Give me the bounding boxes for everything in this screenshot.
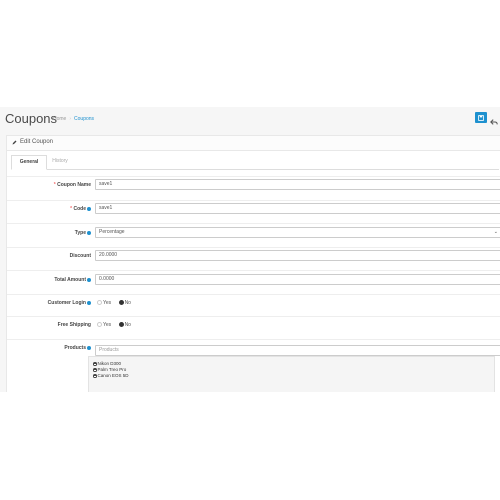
radio-button-selected[interactable] <box>118 322 124 328</box>
coupon-name-input[interactable]: save1 <box>95 179 500 190</box>
save-button[interactable] <box>475 112 487 123</box>
tab-history[interactable]: History <box>47 155 73 168</box>
code-input[interactable]: save1 <box>95 203 500 214</box>
radio-button[interactable] <box>97 322 102 328</box>
reply-icon <box>490 119 498 125</box>
free-shipping-no[interactable]: No <box>118 322 131 328</box>
customer-login-no[interactable]: No <box>118 300 131 306</box>
discount-label: Discount <box>69 253 91 259</box>
selected-products-list: Nikon D300 Palm Treo Pro Canon EOS 5D <box>88 356 495 392</box>
products-autocomplete-input[interactable]: Products <box>95 345 500 356</box>
page-header: Coupons Home › Coupons <box>0 107 500 131</box>
save-icon <box>478 114 484 121</box>
remove-icon[interactable] <box>93 374 97 378</box>
remove-icon[interactable] <box>93 362 97 366</box>
tab-general[interactable]: General <box>11 155 47 170</box>
chevron-down-icon: ⌄ <box>493 229 498 235</box>
form-divider <box>7 223 500 224</box>
form-divider <box>7 339 500 340</box>
form-divider <box>7 294 500 295</box>
coupon-name-label: * Coupon Name <box>53 182 91 188</box>
list-item: Canon EOS 5D <box>93 373 129 378</box>
page-title: Coupons <box>5 111 58 126</box>
help-icon <box>87 345 91 350</box>
total-amount-label: Total Amount <box>54 277 91 283</box>
help-icon <box>87 300 91 305</box>
app-content: Coupons Home › Coupons Edit Coupon General… <box>0 107 500 392</box>
discount-input[interactable]: 20.0000 <box>95 250 500 261</box>
form-divider <box>7 200 500 201</box>
breadcrumb: Home › Coupons <box>53 116 94 122</box>
form-divider <box>7 316 500 317</box>
products-label: Products <box>64 345 91 351</box>
list-item: Nikon D300 <box>93 361 121 366</box>
back-button[interactable] <box>490 113 498 125</box>
panel-heading: Edit Coupon <box>7 136 500 151</box>
breadcrumb-home[interactable]: Home <box>53 116 66 122</box>
list-item: Palm Treo Pro <box>93 367 126 372</box>
panel-title: Edit Coupon <box>20 139 54 145</box>
tab-bar: General History <box>11 155 499 170</box>
breadcrumb-separator: › <box>69 116 72 122</box>
free-shipping-radios: Yes No <box>97 322 137 328</box>
free-shipping-yes[interactable]: Yes <box>97 322 111 328</box>
code-label: * Code <box>70 206 91 212</box>
type-label: Type <box>75 230 91 236</box>
type-select[interactable]: Percentage ⌄ <box>95 227 500 238</box>
radio-button[interactable] <box>97 300 102 306</box>
form-divider <box>7 176 500 177</box>
help-icon <box>87 277 91 282</box>
pencil-icon <box>12 140 17 145</box>
form-divider <box>7 270 500 271</box>
form-divider <box>7 247 500 248</box>
edit-coupon-panel: Edit Coupon General History * Coupon Nam… <box>6 135 500 392</box>
customer-login-label: Customer Login <box>48 300 91 306</box>
breadcrumb-coupons[interactable]: Coupons <box>74 116 94 122</box>
help-icon <box>87 206 91 211</box>
help-icon <box>87 230 91 235</box>
total-amount-input[interactable]: 0.0000 <box>95 274 500 285</box>
radio-button-selected[interactable] <box>118 300 124 306</box>
type-select-value: Percentage <box>99 229 125 235</box>
remove-icon[interactable] <box>93 368 97 372</box>
customer-login-radios: Yes No <box>97 300 137 306</box>
customer-login-yes[interactable]: Yes <box>97 300 111 306</box>
free-shipping-label: Free Shipping <box>57 322 91 328</box>
